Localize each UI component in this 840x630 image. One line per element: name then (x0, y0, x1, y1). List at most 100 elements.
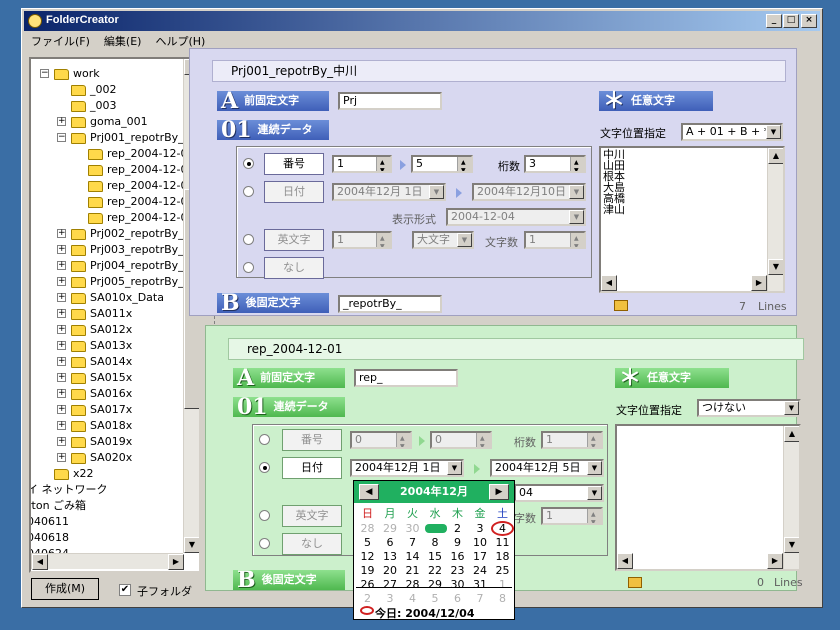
tree-item[interactable]: Prj001_repotrBy_中川 (71, 130, 199, 146)
tree-item[interactable]: SA016x (71, 386, 132, 402)
p1-suffix-input[interactable]: _repotrBy_ (338, 295, 442, 313)
scroll-right-icon[interactable]: ▶ (168, 554, 184, 570)
calendar-today-link[interactable]: 今日: 2004/12/04 (375, 605, 475, 621)
p1-alpha-case[interactable]: 大文字 ▼ (412, 231, 474, 249)
p1-number-button[interactable]: 番号 (264, 153, 324, 175)
tree-item[interactable]: SA013x (71, 338, 132, 354)
calendar-day[interactable]: 28 (401, 577, 424, 592)
p2-radio-number[interactable] (259, 434, 270, 445)
tree-item[interactable]: SA014x (71, 354, 132, 370)
tree-item[interactable]: rep_2004-12-01 (88, 146, 194, 162)
calendar-day[interactable]: 13 (379, 549, 402, 564)
tree-item[interactable]: rep_2004-12-03 (88, 178, 194, 194)
calendar-day[interactable]: 7 (469, 591, 492, 606)
tree-item[interactable]: Prj004_repotrBy_大島 (71, 258, 199, 274)
p2-none-button[interactable]: なし (282, 533, 342, 555)
tree-item[interactable]: SA018x (71, 418, 132, 434)
expand-icon[interactable]: + (57, 117, 66, 126)
tree-item[interactable]: rep_2004-12-02 (88, 162, 194, 178)
calendar-next-icon[interactable]: ▶ (489, 484, 509, 500)
expand-icon[interactable]: + (57, 309, 66, 318)
calendar-day[interactable]: 27 (379, 577, 402, 592)
calendar-day[interactable]: 22 (424, 563, 447, 578)
calendar-day[interactable]: 8 (491, 591, 514, 606)
calendar-day[interactable]: 2 (356, 591, 379, 606)
p1-prefix-input[interactable]: Prj (338, 92, 442, 110)
list-item[interactable]: 根本 (603, 171, 781, 182)
expand-icon[interactable]: + (57, 325, 66, 334)
menu-edit[interactable]: 編集(E) (97, 32, 149, 49)
p1-count-input[interactable]: 1 (524, 231, 586, 249)
p1-radio-date[interactable] (243, 186, 254, 197)
calendar-day[interactable]: 3 (379, 591, 402, 606)
tree-item[interactable]: イ ネットワーク (31, 482, 108, 498)
p1-radio-alpha[interactable] (243, 234, 254, 245)
calendar-day[interactable]: 17 (469, 549, 492, 564)
calendar-day[interactable]: 3 (469, 521, 492, 536)
p1-list-left-icon[interactable]: ◀ (601, 275, 617, 291)
p2-date-button[interactable]: 日付 (282, 457, 342, 479)
p2-number-to[interactable]: 0 (430, 431, 492, 449)
p1-list-down-icon[interactable]: ▼ (768, 259, 783, 275)
calendar-day[interactable]: 20 (379, 563, 402, 578)
tree-hscrollbar[interactable]: ◀ ▶ (31, 553, 184, 570)
calendar-day[interactable]: 30 (401, 521, 424, 536)
list-item[interactable]: 津山 (603, 204, 781, 215)
calendar-day[interactable]: 5 (424, 591, 447, 606)
expand-icon[interactable]: + (57, 245, 66, 254)
tree-item[interactable]: rton ごみ箱 (31, 498, 86, 514)
calendar-day[interactable]: 1 (491, 577, 514, 592)
expand-icon[interactable]: + (57, 405, 66, 414)
calendar-day[interactable]: 6 (446, 591, 469, 606)
p2-format-select[interactable]: 04 ▼ (514, 484, 604, 502)
maximize-icon[interactable]: □ (783, 14, 799, 28)
p1-pos-select[interactable]: A + 01 + B + * ▼ (681, 123, 783, 141)
calendar-day[interactable]: 19 (356, 563, 379, 578)
expand-icon[interactable]: + (57, 421, 66, 430)
calendar-day[interactable]: 30 (446, 577, 469, 592)
calendar-prev-icon[interactable]: ◀ (359, 484, 379, 500)
expand-icon[interactable]: + (57, 437, 66, 446)
p1-number-to[interactable]: 5 (411, 155, 473, 173)
list-item[interactable]: 大島 (603, 182, 781, 193)
calendar-day[interactable]: 18 (491, 549, 514, 564)
tree-item[interactable]: 040611 (31, 514, 69, 530)
tree-item[interactable]: x22 (54, 466, 94, 482)
p1-number-from[interactable]: 1 (332, 155, 392, 173)
calendar-day[interactable]: 28 (356, 521, 379, 536)
expand-icon[interactable]: + (57, 229, 66, 238)
tree-item[interactable]: SA010x_Data (71, 290, 164, 306)
p1-list-up-icon[interactable]: ▲ (768, 148, 783, 164)
title-bar[interactable]: FolderCreator _ □ × (24, 11, 820, 31)
tree-item[interactable]: SA015x (71, 370, 132, 386)
p2-date-to[interactable]: 2004年12月 5日 ▼ (490, 459, 604, 477)
tree-item[interactable]: work (54, 66, 100, 82)
tree-item[interactable]: goma_001 (71, 114, 148, 130)
p2-free-list[interactable]: ▲ ▼ ◀ ▶ (615, 424, 801, 571)
list-item[interactable]: 山田 (603, 160, 781, 171)
calendar-day[interactable]: 8 (424, 535, 447, 550)
p1-alpha-from[interactable]: 1 (332, 231, 392, 249)
calendar-day[interactable]: 2 (446, 521, 469, 536)
tree-item[interactable]: SA011x (71, 306, 132, 322)
p2-prefix-input[interactable]: rep_ (354, 369, 458, 387)
calendar-day[interactable]: 14 (401, 549, 424, 564)
expand-icon[interactable]: + (57, 341, 66, 350)
p2-radio-date[interactable] (259, 462, 270, 473)
tree-item[interactable]: SA012x (71, 322, 132, 338)
folder-tree[interactable]: work − _002 _003 goma_001 + Prj001_repotrBy_中川… (29, 57, 201, 573)
expand-icon[interactable]: + (57, 261, 66, 270)
calendar-day[interactable]: 23 (446, 563, 469, 578)
calendar-day[interactable]: 4 (491, 521, 514, 536)
tree-item[interactable]: _002 (71, 82, 117, 98)
p1-open-file-icon[interactable] (614, 300, 628, 311)
collapse-icon[interactable]: − (40, 69, 49, 78)
expand-icon[interactable]: + (57, 389, 66, 398)
tree-item[interactable]: Prj002_repotrBy_山田 (71, 226, 199, 242)
p2-pos-select[interactable]: つけない ▼ (697, 399, 801, 417)
p2-list-down-icon[interactable]: ▼ (784, 537, 799, 553)
p2-digits-input[interactable]: 1 (541, 431, 603, 449)
tree-item[interactable]: Prj005_repotrBy_高橋 (71, 274, 199, 290)
calendar-day[interactable]: 21 (401, 563, 424, 578)
close-icon[interactable]: × (801, 14, 817, 28)
